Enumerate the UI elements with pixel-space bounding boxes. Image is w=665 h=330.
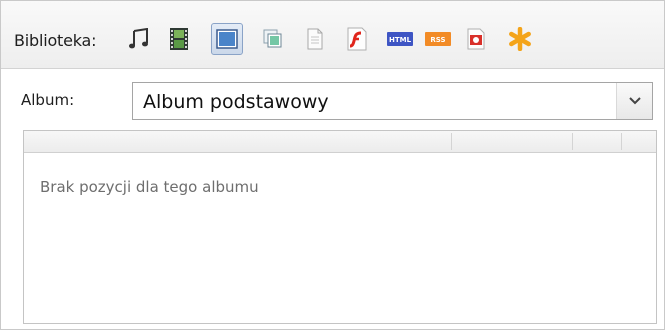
rss-icon[interactable]: RSS — [422, 23, 454, 55]
html-icon-text: HTML — [389, 36, 412, 44]
gallery-icon[interactable] — [257, 23, 289, 55]
album-label: Album: — [21, 91, 75, 109]
html-icon[interactable]: HTML — [384, 23, 416, 55]
table-header — [24, 131, 656, 153]
flash-icon[interactable] — [341, 23, 373, 55]
album-items-table: Brak pozycji dla tego albumu — [23, 130, 657, 324]
column-divider[interactable] — [621, 133, 622, 150]
chevron-down-icon — [628, 97, 641, 105]
column-divider[interactable] — [572, 133, 573, 150]
document-icon[interactable] — [299, 23, 331, 55]
rss-icon-text: RSS — [430, 36, 445, 44]
album-row: Album: Album podstawowy — [1, 69, 664, 129]
presentation-icon[interactable] — [460, 23, 492, 55]
album-select-value: Album podstawowy — [143, 91, 329, 113]
media-library-panel: Biblioteka: HTML RSS Album: Album podsta… — [0, 0, 665, 330]
film-icon[interactable] — [163, 23, 195, 55]
asterisk-icon[interactable] — [504, 23, 536, 55]
empty-message: Brak pozycji dla tego albumu — [40, 178, 259, 196]
image-icon[interactable] — [211, 23, 243, 55]
column-divider[interactable] — [451, 133, 452, 150]
library-label: Biblioteka: — [14, 31, 97, 50]
library-toolbar: Biblioteka: HTML RSS — [1, 1, 664, 69]
album-select[interactable]: Album podstawowy — [132, 82, 653, 120]
dropdown-button[interactable] — [616, 83, 652, 119]
music-icon[interactable] — [123, 23, 155, 55]
